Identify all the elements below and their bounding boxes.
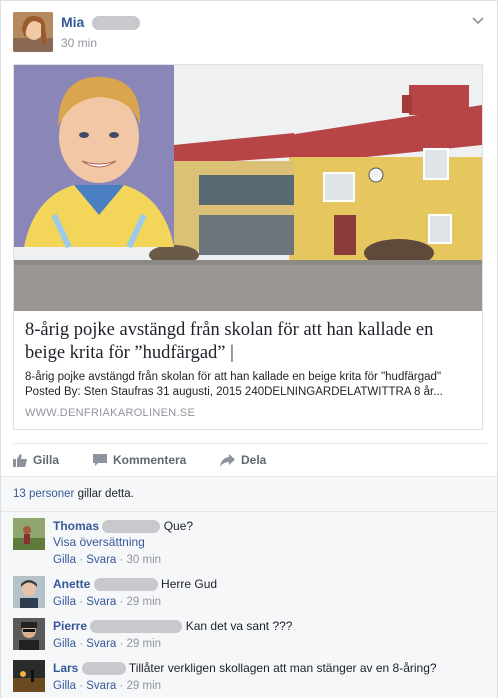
comment-body: Anette Herre Gud Gilla · Svara · 29 min [53,576,483,610]
comment-reply-link[interactable]: Svara [86,554,116,566]
link-title[interactable]: 8-årig pojke avstängd från skolan för at… [25,319,475,365]
comment-label: Kommentera [113,453,187,467]
redacted-name [81,662,126,676]
commenter-name[interactable]: Lars [53,661,78,675]
comment-button[interactable]: Kommentera [93,453,186,467]
link-description-line: Posted By: Sten Staufras 31 augusti, 201… [25,386,443,398]
comment-meta: Gilla · Svara · 29 min [53,596,162,608]
comment-like-link[interactable]: Gilla [53,596,76,608]
comment-time[interactable]: 29 min [127,638,162,650]
redacted-name [102,520,161,534]
comments-list: Thomas Que? Visa översättning Gilla · Sv… [1,512,497,698]
share-button[interactable]: Dela [220,453,266,467]
comment-body: Lars Tillåter verkligen skollagen att ma… [53,660,483,694]
comment-text: Kan det va sant ??? [185,619,293,633]
chevron-down-icon[interactable] [469,12,487,30]
comment-reply-link[interactable]: Svara [86,596,116,608]
comment-time[interactable]: 29 min [127,680,162,692]
share-arrow-icon [220,453,235,467]
commenter-avatar[interactable] [13,618,45,650]
comment-time[interactable]: 29 min [127,596,162,608]
commenter-name[interactable]: Pierre [53,619,87,633]
comment-like-link[interactable]: Gilla [53,554,76,566]
author-name-text[interactable]: Mia [61,14,84,30]
comment-body: Thomas Que? Visa översättning Gilla · Sv… [53,518,483,568]
commenter-avatar[interactable] [13,518,45,550]
see-translation-link[interactable]: Visa översättning [53,534,483,550]
link-preview[interactable]: 8-årig pojke avstängd från skolan för at… [13,64,483,430]
comment-time[interactable]: 30 min [127,554,162,566]
post-card: Mia 30 min 8-årig pojke avstängd från sk… [0,0,498,698]
author-name[interactable]: Mia [61,14,141,31]
thumbs-up-icon [13,453,27,467]
redacted-name [90,620,183,634]
post-header: Mia 30 min [13,12,487,54]
commenter-name[interactable]: Thomas [53,519,99,533]
likes-count-link[interactable]: 13 personer [13,488,74,500]
link-image[interactable] [14,65,482,311]
redacted-name [93,578,158,592]
share-label: Dela [241,453,267,467]
link-description: 8-årig pojke avstängd från skolan för at… [25,370,475,400]
comment-like-link[interactable]: Gilla [53,638,76,650]
author-avatar[interactable] [13,12,53,52]
comment-meta: Gilla · Svara · 30 min [53,554,162,566]
redacted-name [92,16,141,31]
comment-like-link[interactable]: Gilla [53,680,76,692]
commenter-avatar[interactable] [13,660,45,692]
comment-text: Que? [163,519,194,533]
link-description-line: 8-årig pojke avstängd från skolan för at… [25,371,442,383]
like-label: Gilla [33,453,60,467]
comment-reply-link[interactable]: Svara [86,680,116,692]
comment-reply-link[interactable]: Svara [86,638,116,650]
action-bar: Gilla Kommentera Dela [13,443,487,475]
like-button[interactable]: Gilla [13,453,59,467]
comment-icon [93,453,107,466]
likes-text: gillar detta. [74,488,134,500]
commenter-name[interactable]: Anette [53,577,90,591]
comment-body: Pierre Kan det va sant ??? Gilla · Svara… [53,618,483,652]
comment-text: Herre Gud [161,577,218,591]
likes-summary: 13 personer gillar detta. [1,476,497,512]
post-time[interactable]: 30 min [61,36,97,50]
comment-text: Tillåter verkligen skollagen att man stä… [128,661,437,675]
comment-meta: Gilla · Svara · 29 min [53,680,162,692]
commenter-avatar[interactable] [13,576,45,608]
comment-meta: Gilla · Svara · 29 min [53,638,162,650]
link-domain: WWW.DENFRIAKAROLINEN.SE [25,407,196,419]
